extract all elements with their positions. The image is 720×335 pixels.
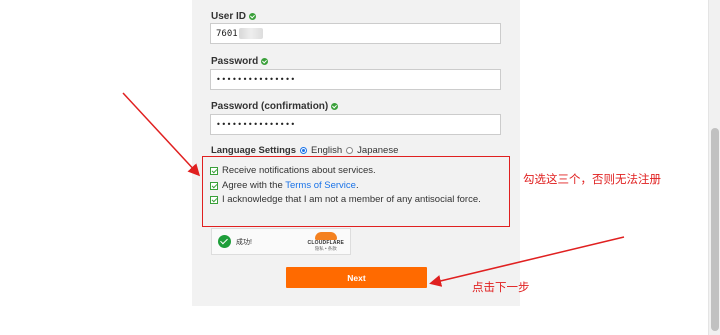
language-label: Language Settings (211, 145, 296, 156)
valid-check-icon (261, 58, 269, 65)
password-input[interactable]: ••••••••••••••• (210, 69, 501, 90)
vertical-scrollbar[interactable] (708, 0, 720, 335)
arrow-to-checkboxes (122, 92, 201, 177)
redacted-blur (238, 28, 263, 39)
user-id-value: 7601 (216, 28, 238, 39)
valid-check-icon (331, 103, 339, 110)
cloud-icon (314, 231, 337, 240)
password-confirm-value: ••••••••••••••• (216, 120, 296, 129)
password-label-text: Password (211, 56, 259, 67)
radio-japanese[interactable] (346, 147, 354, 154)
password-confirm-label: Password (confirmation) (211, 101, 339, 112)
user-id-input[interactable]: 7601 (210, 23, 501, 44)
user-id-label-text: User ID (211, 11, 247, 22)
password-label: Password (211, 56, 269, 67)
next-button[interactable]: Next (286, 267, 427, 288)
option-english-label: English (310, 145, 343, 156)
captcha-status: 成功! (236, 238, 252, 246)
cloudflare-logo: CLOUDFLARE 隐私 • 条款 (308, 231, 344, 252)
captcha-links[interactable]: 隐私 • 条款 (315, 246, 337, 252)
user-id-label: User ID (211, 11, 257, 22)
password-confirm-label-text: Password (confirmation) (211, 101, 329, 112)
password-value: ••••••••••••••• (216, 75, 296, 84)
success-check-icon (218, 235, 231, 248)
language-settings: Language Settings English Japanese (211, 145, 398, 156)
annotation-next-note: 点击下一步 (472, 282, 530, 294)
scrollbar-thumb[interactable] (711, 128, 719, 331)
radio-english[interactable] (299, 147, 307, 154)
valid-check-icon (249, 13, 257, 20)
annotation-highlight-box (202, 156, 510, 227)
annotation-checkbox-note: 勾选这三个，否则无法注册 (523, 174, 661, 186)
cloudflare-captcha-widget[interactable]: 成功! CLOUDFLARE 隐私 • 条款 (211, 228, 351, 255)
password-confirm-input[interactable]: ••••••••••••••• (210, 114, 501, 135)
option-japanese-label: Japanese (357, 145, 399, 156)
